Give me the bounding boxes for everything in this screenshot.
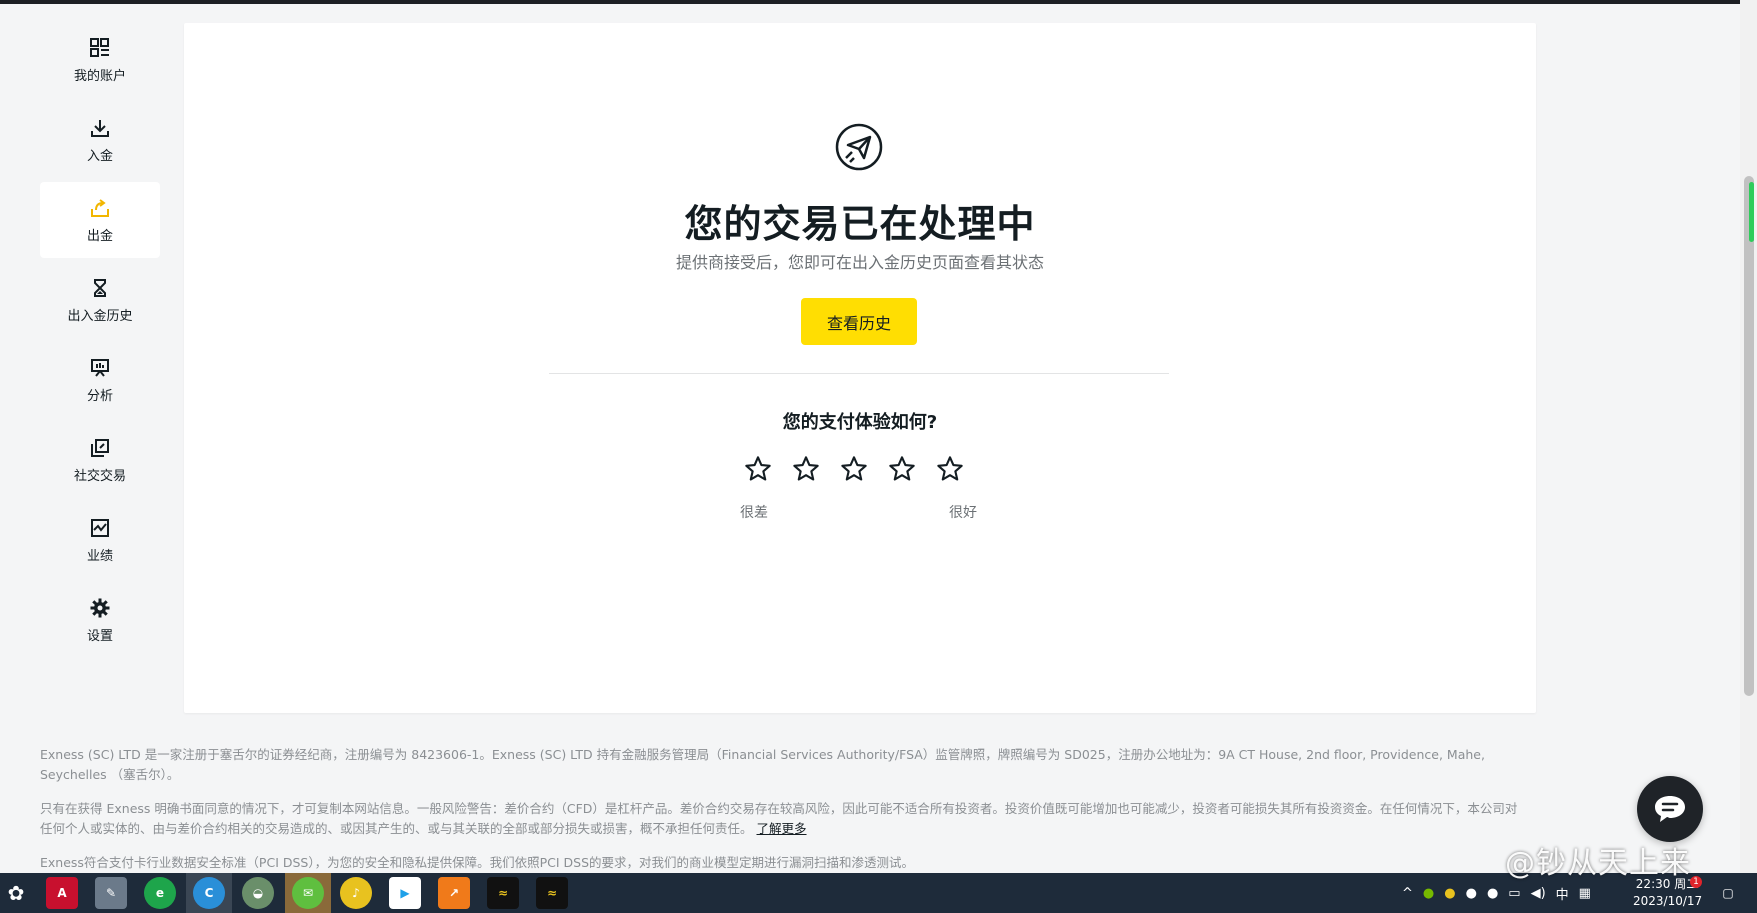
autocad-app-icon[interactable]: A [46, 877, 78, 909]
notification-icon[interactable]: ▢ [1712, 877, 1744, 909]
star-icon[interactable] [888, 455, 916, 483]
sidebar-item-social-trading[interactable]: 社交交易 [40, 422, 160, 498]
chevron-up-icon[interactable]: ^ [1402, 886, 1413, 901]
copy-trading-icon [89, 437, 111, 459]
dashboard-icon [89, 37, 111, 59]
hourglass-icon [89, 277, 111, 299]
wechat-app-icon[interactable]: ✉ [292, 877, 324, 909]
chat-icon [1655, 796, 1685, 822]
scrollbar[interactable] [1740, 0, 1757, 873]
legal-text: Exness (SC) LTD 是一家注册于塞舌尔的证券经纪商，注册编号为 84… [40, 747, 1485, 782]
mt-terminal-app-icon[interactable]: ≈ [487, 877, 519, 909]
clock-date: 2023/10/17 [1633, 894, 1703, 908]
star-rating [744, 455, 964, 483]
tray-app-icon[interactable]: ● [1444, 886, 1455, 901]
photos-app-icon[interactable]: ◒ [242, 877, 274, 909]
star-icon[interactable] [840, 455, 868, 483]
ime-indicator[interactable]: 中 [1556, 884, 1569, 903]
legal-footer: Exness (SC) LTD 是一家注册于塞舌尔的证券经纪商，注册编号为 84… [40, 745, 1520, 887]
paper-plane-icon [835, 123, 883, 171]
rating-high-label: 很好 [949, 505, 977, 521]
chart-icon [89, 517, 111, 539]
sidebar-item-my-account[interactable]: 我的账户 [40, 22, 160, 98]
star-icon[interactable] [744, 455, 772, 483]
sidebar-item-label: 设置 [86, 628, 113, 644]
learn-more-link[interactable]: 了解更多 [757, 821, 807, 836]
notification-badge: 1 [1690, 876, 1702, 888]
risk-warning: 只有在获得 Exness 明确书面同意的情况下，才可复制本网站信息。一般风险警告… [40, 799, 1520, 839]
download-icon [89, 117, 111, 139]
volume-icon[interactable]: ◀) [1531, 886, 1546, 901]
qq-icon[interactable]: ● [1466, 886, 1477, 901]
presentation-icon [89, 357, 111, 379]
start-icon[interactable]: ✿ [0, 877, 32, 909]
edge-app-icon[interactable]: C [193, 877, 225, 909]
page-subtitle: 提供商接受后，您即可在出入金历史页面查看其状态 [675, 253, 1044, 272]
star-icon[interactable] [792, 455, 820, 483]
chat-button[interactable] [1637, 776, 1703, 842]
mt-terminal-2-app-icon[interactable]: ≈ [536, 877, 568, 909]
chart-app-icon[interactable]: ↗ [438, 877, 470, 909]
notes-app-icon[interactable]: ✎ [95, 877, 127, 909]
star-icon[interactable] [936, 455, 964, 483]
sidebar-item-withdraw[interactable]: 出金 [40, 182, 160, 258]
sidebar-item-label: 出金 [86, 228, 113, 244]
sidebar-item-deposit[interactable]: 入金 [40, 102, 160, 178]
withdraw-icon [89, 197, 111, 219]
sidebar-item-label: 社交交易 [73, 468, 126, 484]
sidebar-item-history[interactable]: 出入金历史 [40, 262, 160, 338]
sidebar-item-label: 出入金历史 [67, 308, 133, 324]
rating-title: 您的支付体验如何? [782, 412, 938, 433]
sidebar-item-analysis[interactable]: 分析 [40, 342, 160, 418]
sidebar: 我的账户 入金 出金 出入金历史 分析 社交交易 业绩 设置 [40, 22, 160, 662]
view-history-button[interactable]: 查看历史 [801, 298, 917, 345]
video-app-icon[interactable]: ▶ [389, 877, 421, 909]
scrollbar-thumb[interactable] [1744, 176, 1754, 696]
sidebar-item-label: 业绩 [86, 548, 113, 564]
page-title: 您的交易已在处理中 [684, 202, 1036, 246]
sidebar-item-label: 我的账户 [73, 68, 126, 84]
divider [549, 373, 1169, 374]
rating-low-label: 很差 [740, 505, 768, 521]
scrollbar-indicator [1749, 182, 1754, 242]
top-bar [0, 0, 1740, 4]
gear-icon [89, 597, 111, 619]
taskbar: ✿ A ✎ e C ◒ ✉ ♪ ▶ ↗ ≈ ≈ ^ ● ● ● ● ▭ ◀) 中… [0, 873, 1757, 913]
pci-text: Exness符合支付卡行业数据安全标准（PCI DSS），为您的安全和隐私提供保… [40, 855, 915, 870]
nvidia-icon[interactable]: ● [1423, 886, 1434, 901]
keyboard-icon[interactable]: ▦ [1579, 886, 1591, 901]
watermark: @钞从天上来 [1505, 846, 1691, 881]
network-icon[interactable]: ▭ [1508, 886, 1520, 901]
transaction-status-card: 您的交易已在处理中 提供商接受后，您即可在出入金历史页面查看其状态 查看历史 您… [184, 23, 1536, 713]
sidebar-item-settings[interactable]: 设置 [40, 582, 160, 658]
music-app-icon[interactable]: ♪ [340, 877, 372, 909]
sidebar-item-label: 入金 [86, 148, 113, 164]
browser-360-app-icon[interactable]: e [144, 877, 176, 909]
qq-icon[interactable]: ● [1487, 886, 1498, 901]
sidebar-item-label: 分析 [86, 388, 113, 404]
sidebar-item-performance[interactable]: 业绩 [40, 502, 160, 578]
